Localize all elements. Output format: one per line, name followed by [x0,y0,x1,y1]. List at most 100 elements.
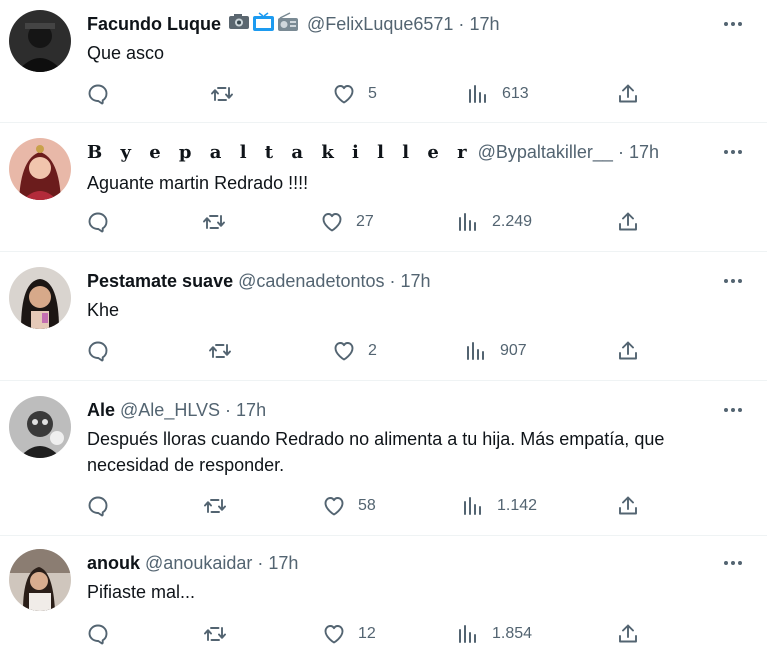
retweet-icon [210,82,234,106]
tweet-text: Khe [87,300,120,320]
tweet-text: Que asco [87,43,165,63]
tweet-text: Pifiaste mal... [87,582,196,602]
reply-button[interactable] [86,621,110,647]
share-icon [616,622,640,646]
radio-emoji [278,12,299,32]
views-button[interactable]: 613 [466,81,529,107]
avatar[interactable] [9,267,71,329]
more-icon[interactable] [721,551,745,575]
views-button[interactable]: 1.142 [461,493,537,519]
tweet-header: Ale @Ale_HLVS · 17h [87,398,707,422]
more-icon[interactable] [721,12,745,36]
like-count: 5 [368,85,377,102]
reply-icon [86,82,110,106]
views-count: 907 [500,342,527,359]
author-name[interactable]: Ale [87,400,115,420]
retweet-button[interactable] [203,621,227,647]
author-name[interactable]: B y e p a l t a k i l l e r [87,142,473,163]
reply-button[interactable] [86,209,110,235]
retweet-button[interactable] [202,209,226,235]
separator-dot: · [458,14,465,34]
tweet[interactable]: B y e p a l t a k i l l e r @Bypaltakill… [0,122,767,252]
timestamp[interactable]: 17h [629,142,659,162]
share-button[interactable] [616,338,640,364]
more-icon[interactable] [721,398,745,422]
avatar[interactable] [9,10,71,72]
retweet-icon [208,339,232,363]
tweet-text: Después lloras cuando Redrado no aliment… [87,429,665,475]
like-icon [320,210,344,234]
like-count: 2 [368,342,377,359]
like-button[interactable]: 27 [320,209,374,235]
like-count: 27 [356,213,374,230]
like-button[interactable]: 58 [322,493,376,519]
reply-button[interactable] [86,338,110,364]
views-button[interactable]: 1.854 [456,621,532,647]
tweet-text: Aguante martin Redrado !!!! [87,173,309,193]
like-icon [332,82,356,106]
like-button[interactable]: 2 [332,338,377,364]
author-handle[interactable]: @cadenadetontos [238,271,384,291]
tweet-header: Facundo Luque @FelixLuque6571 · 17h [87,12,707,38]
share-button[interactable] [616,209,640,235]
views-icon [461,494,485,518]
more-icon[interactable] [721,140,745,164]
reply-icon [86,494,110,518]
avatar[interactable] [9,396,71,458]
action-bar: 12 1.854 [0,621,767,647]
author-name[interactable]: Pestamate suave [87,271,233,291]
like-icon [332,339,356,363]
author-handle[interactable]: @Ale_HLVS [120,400,220,420]
views-button[interactable]: 2.249 [456,209,532,235]
views-count: 613 [502,85,529,102]
like-count: 58 [358,497,376,514]
separator-dot: · [257,553,264,573]
separator-dot: · [389,271,396,291]
reply-icon [86,210,110,234]
like-count: 12 [358,625,376,642]
views-button[interactable]: 907 [464,338,527,364]
author-handle[interactable]: @Bypaltakiller__ [478,142,613,162]
timestamp[interactable]: 17h [268,553,298,573]
retweet-icon [202,210,226,234]
author-handle[interactable]: @anoukaidar [145,553,252,573]
like-icon [322,494,346,518]
views-icon [456,210,480,234]
tweet[interactable]: Pestamate suave @cadenadetontos · 17h Kh… [0,251,767,381]
views-count: 1.854 [492,625,533,642]
share-button[interactable] [616,621,640,647]
reply-icon [86,622,110,646]
timestamp[interactable]: 17h [469,14,499,34]
action-bar: 5 613 [0,81,767,107]
tweet[interactable]: Ale @Ale_HLVS · 17h Después lloras cuand… [0,380,767,536]
retweet-button[interactable] [210,81,234,107]
tweet[interactable]: anouk @anoukaidar · 17h Pifiaste mal... … [0,535,767,661]
author-handle[interactable]: @FelixLuque6571 [307,14,453,34]
camera-emoji [229,14,250,30]
tv-emoji [253,12,275,32]
like-button[interactable]: 12 [322,621,376,647]
action-bar: 27 2.249 [0,209,767,235]
timestamp[interactable]: 17h [236,400,266,420]
avatar[interactable] [9,549,71,611]
more-icon[interactable] [721,269,745,293]
reply-button[interactable] [86,493,110,519]
author-name[interactable]: Facundo Luque [87,14,221,34]
reply-icon [86,339,110,363]
retweet-button[interactable] [203,493,227,519]
like-button[interactable]: 5 [332,81,377,107]
avatar[interactable] [9,138,71,200]
share-button[interactable] [616,493,640,519]
author-name[interactable]: anouk [87,553,140,573]
timestamp[interactable]: 17h [401,271,431,291]
like-icon [322,622,346,646]
views-icon [456,622,480,646]
views-count: 1.142 [497,497,538,514]
tweet-header: Pestamate suave @cadenadetontos · 17h [87,269,707,293]
views-icon [466,82,490,106]
reply-button[interactable] [86,81,110,107]
share-button[interactable] [616,81,640,107]
tweet[interactable]: Facundo Luque @FelixLuque6571 · 17h Que … [0,0,767,123]
retweet-icon [203,494,227,518]
retweet-button[interactable] [208,338,232,364]
